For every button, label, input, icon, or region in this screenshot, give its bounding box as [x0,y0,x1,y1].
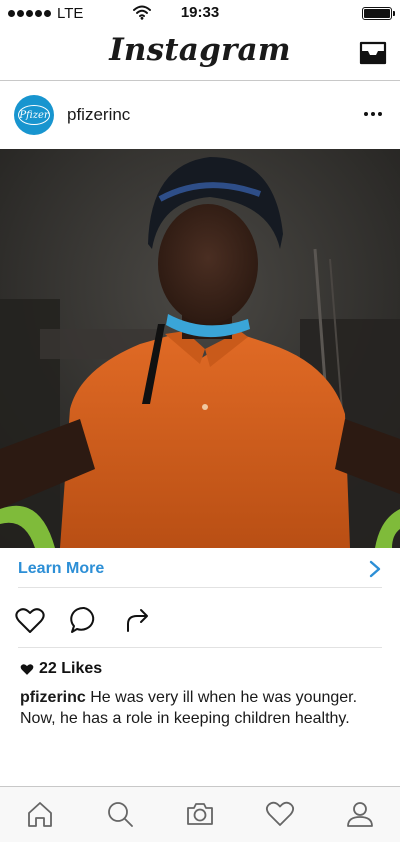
learn-more-label: Learn More [18,559,105,577]
heart-filled-icon [20,663,34,675]
post-header: Pfizer pfizerinc [0,82,400,148]
likes-count[interactable]: 22 Likes [20,658,102,680]
pfizer-logo: Pfizer [18,105,50,125]
activity-heart-icon [265,801,295,826]
comment-icon [70,606,95,633]
inbox-icon[interactable] [358,40,388,66]
comment-button[interactable] [68,604,100,636]
tab-bar [0,786,400,842]
chevron-right-icon [369,560,381,577]
carrier-label: LTE [57,4,84,22]
share-icon [127,609,148,632]
status-bar: LTE [0,0,400,26]
search-icon [108,802,133,827]
app-header: Instagram [0,26,400,81]
avatar[interactable]: Pfizer [14,95,54,135]
tab-activity[interactable] [260,799,300,835]
post-actions [14,600,384,640]
app-logo: Instagram [109,32,291,68]
likes-label: 22 Likes [39,660,103,677]
post-photo-art [0,149,400,548]
post-username[interactable]: pfizerinc [67,105,130,125]
status-left: LTE [8,5,83,22]
battery-icon [362,6,395,20]
post-caption: pfizerinc He was very ill when he was yo… [20,687,370,729]
heart-icon [15,607,45,633]
profile-icon [347,802,373,827]
battery-fill [364,8,390,18]
post-photo[interactable] [0,149,400,548]
like-button[interactable] [14,604,46,636]
home-icon [28,802,52,827]
learn-more-button[interactable]: Learn More [18,550,382,588]
camera-icon [187,803,213,825]
tab-search[interactable] [100,799,140,835]
tab-profile[interactable] [340,799,380,835]
more-dots-icon[interactable] [364,112,382,116]
share-button[interactable] [122,604,154,636]
divider [18,647,382,648]
avatar-logo-text: Pfizer [19,109,49,121]
caption-username[interactable]: pfizerinc [20,689,86,706]
tab-camera[interactable] [180,799,220,835]
tab-home[interactable] [20,799,60,835]
signal-strength-icon [8,9,51,17]
wifi-icon [133,5,151,20]
